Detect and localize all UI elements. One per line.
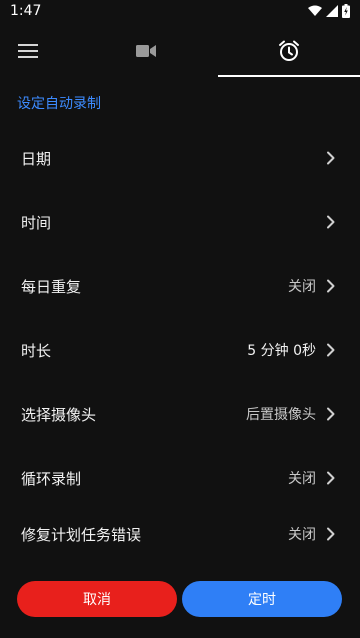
section-title: 设定自动录制 <box>17 96 101 112</box>
signal-icon <box>326 5 338 17</box>
setting-row-fix-schedule-errors[interactable]: 修复计划任务错误 关闭 <box>0 506 360 562</box>
setting-value: 关闭 <box>288 279 316 295</box>
setting-row-duration[interactable]: 时长 5 分钟 0秒 <box>0 322 360 378</box>
setting-value: 5 分钟 0秒 <box>247 343 316 359</box>
chevron-right-icon <box>327 151 335 165</box>
status-bar: 1:47 <box>0 0 360 24</box>
setting-label: 时间 <box>21 213 52 232</box>
setting-row-loop-recording[interactable]: 循环录制 关闭 <box>0 450 360 506</box>
alarm-clock-icon <box>279 40 299 61</box>
setting-label: 循环录制 <box>21 469 82 488</box>
setting-value: 后置摄像头 <box>246 407 316 423</box>
wifi-icon <box>308 5 322 16</box>
setting-label: 日期 <box>21 149 52 168</box>
menu-button[interactable] <box>0 24 60 78</box>
top-toolbar <box>0 24 360 78</box>
video-camera-icon <box>136 45 156 57</box>
schedule-button[interactable]: 定时 <box>182 581 342 617</box>
status-time: 1:47 <box>10 3 42 19</box>
menu-icon <box>18 44 38 58</box>
setting-label: 选择摄像头 <box>21 405 97 424</box>
chevron-right-icon <box>327 471 335 485</box>
active-tab-indicator <box>218 75 360 77</box>
chevron-right-icon <box>327 215 335 229</box>
setting-row-daily-repeat[interactable]: 每日重复 关闭 <box>0 258 360 314</box>
setting-value: 关闭 <box>288 471 316 487</box>
setting-label: 时长 <box>21 341 52 360</box>
chevron-right-icon <box>327 527 335 541</box>
chevron-right-icon <box>327 407 335 421</box>
chevron-right-icon <box>327 279 335 293</box>
chevron-right-icon <box>327 343 335 357</box>
status-icons <box>308 4 350 18</box>
setting-label: 每日重复 <box>21 277 82 296</box>
setting-value: 关闭 <box>288 527 316 543</box>
setting-row-date[interactable]: 日期 <box>0 130 360 186</box>
tab-alarm[interactable] <box>218 24 360 78</box>
battery-charging-icon <box>342 4 350 18</box>
cancel-button[interactable]: 取消 <box>17 581 177 617</box>
setting-label: 修复计划任务错误 <box>21 525 142 544</box>
setting-row-time[interactable]: 时间 <box>0 194 360 250</box>
setting-row-select-camera[interactable]: 选择摄像头 后置摄像头 <box>0 386 360 442</box>
tab-video[interactable] <box>86 24 206 78</box>
